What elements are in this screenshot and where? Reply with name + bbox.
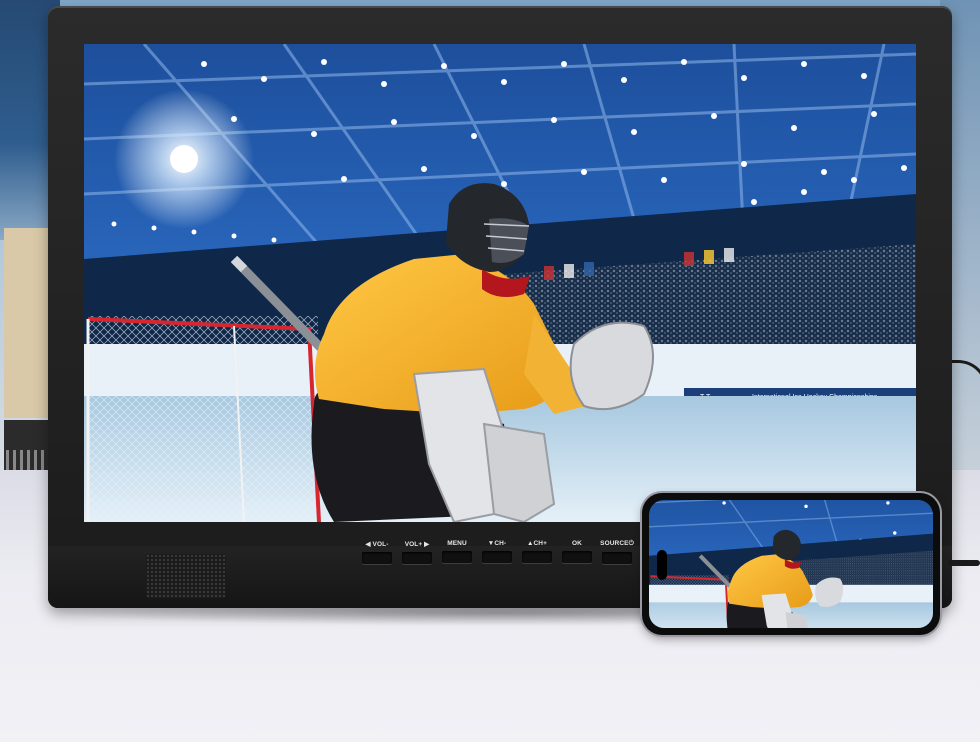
phone-hockey-scene-image bbox=[649, 500, 933, 628]
ch-down-button[interactable]: ▼CH- bbox=[482, 540, 512, 564]
menu-button[interactable]: MENU bbox=[442, 540, 472, 564]
ok-button[interactable]: OK bbox=[562, 540, 592, 564]
monitor-control-buttons: ◀ VOL- VOL+ ▶ MENU ▼CH- ▲CH+ OK SOURCE⏻ bbox=[362, 540, 634, 564]
ch-down-label: ▼CH- bbox=[487, 540, 507, 547]
menu-label: MENU bbox=[447, 540, 467, 547]
vol-up-key[interactable] bbox=[402, 552, 432, 564]
ch-up-button[interactable]: ▲CH+ bbox=[522, 540, 552, 564]
smartphone bbox=[642, 493, 940, 635]
vol-down-button[interactable]: ◀ VOL- bbox=[362, 540, 392, 564]
vol-up-label: VOL+ ▶ bbox=[404, 541, 430, 548]
usb-cable-icon bbox=[948, 360, 980, 420]
source-power-key[interactable] bbox=[602, 552, 632, 564]
source-power-label: SOURCE⏻ bbox=[600, 540, 634, 547]
vol-down-key[interactable] bbox=[362, 552, 392, 564]
usb-cable-icon bbox=[948, 560, 980, 566]
ch-down-key[interactable] bbox=[482, 551, 512, 563]
monitor-screen: T T International Ice Hockey Championshi… bbox=[84, 44, 916, 522]
ok-key[interactable] bbox=[562, 551, 592, 563]
phone-dynamic-island bbox=[657, 550, 667, 580]
speaker-grille-icon bbox=[146, 554, 226, 598]
source-power-button[interactable]: SOURCE⏻ bbox=[600, 540, 634, 564]
vol-down-label: ◀ VOL- bbox=[365, 541, 389, 548]
vol-up-button[interactable]: VOL+ ▶ bbox=[402, 540, 432, 564]
ch-up-key[interactable] bbox=[522, 551, 552, 563]
phone-screen bbox=[649, 500, 933, 628]
ok-label: OK bbox=[572, 540, 582, 547]
menu-key[interactable] bbox=[442, 551, 472, 563]
hockey-scene-image: T T International Ice Hockey Championshi… bbox=[84, 44, 916, 522]
ch-up-label: ▲CH+ bbox=[526, 540, 548, 547]
